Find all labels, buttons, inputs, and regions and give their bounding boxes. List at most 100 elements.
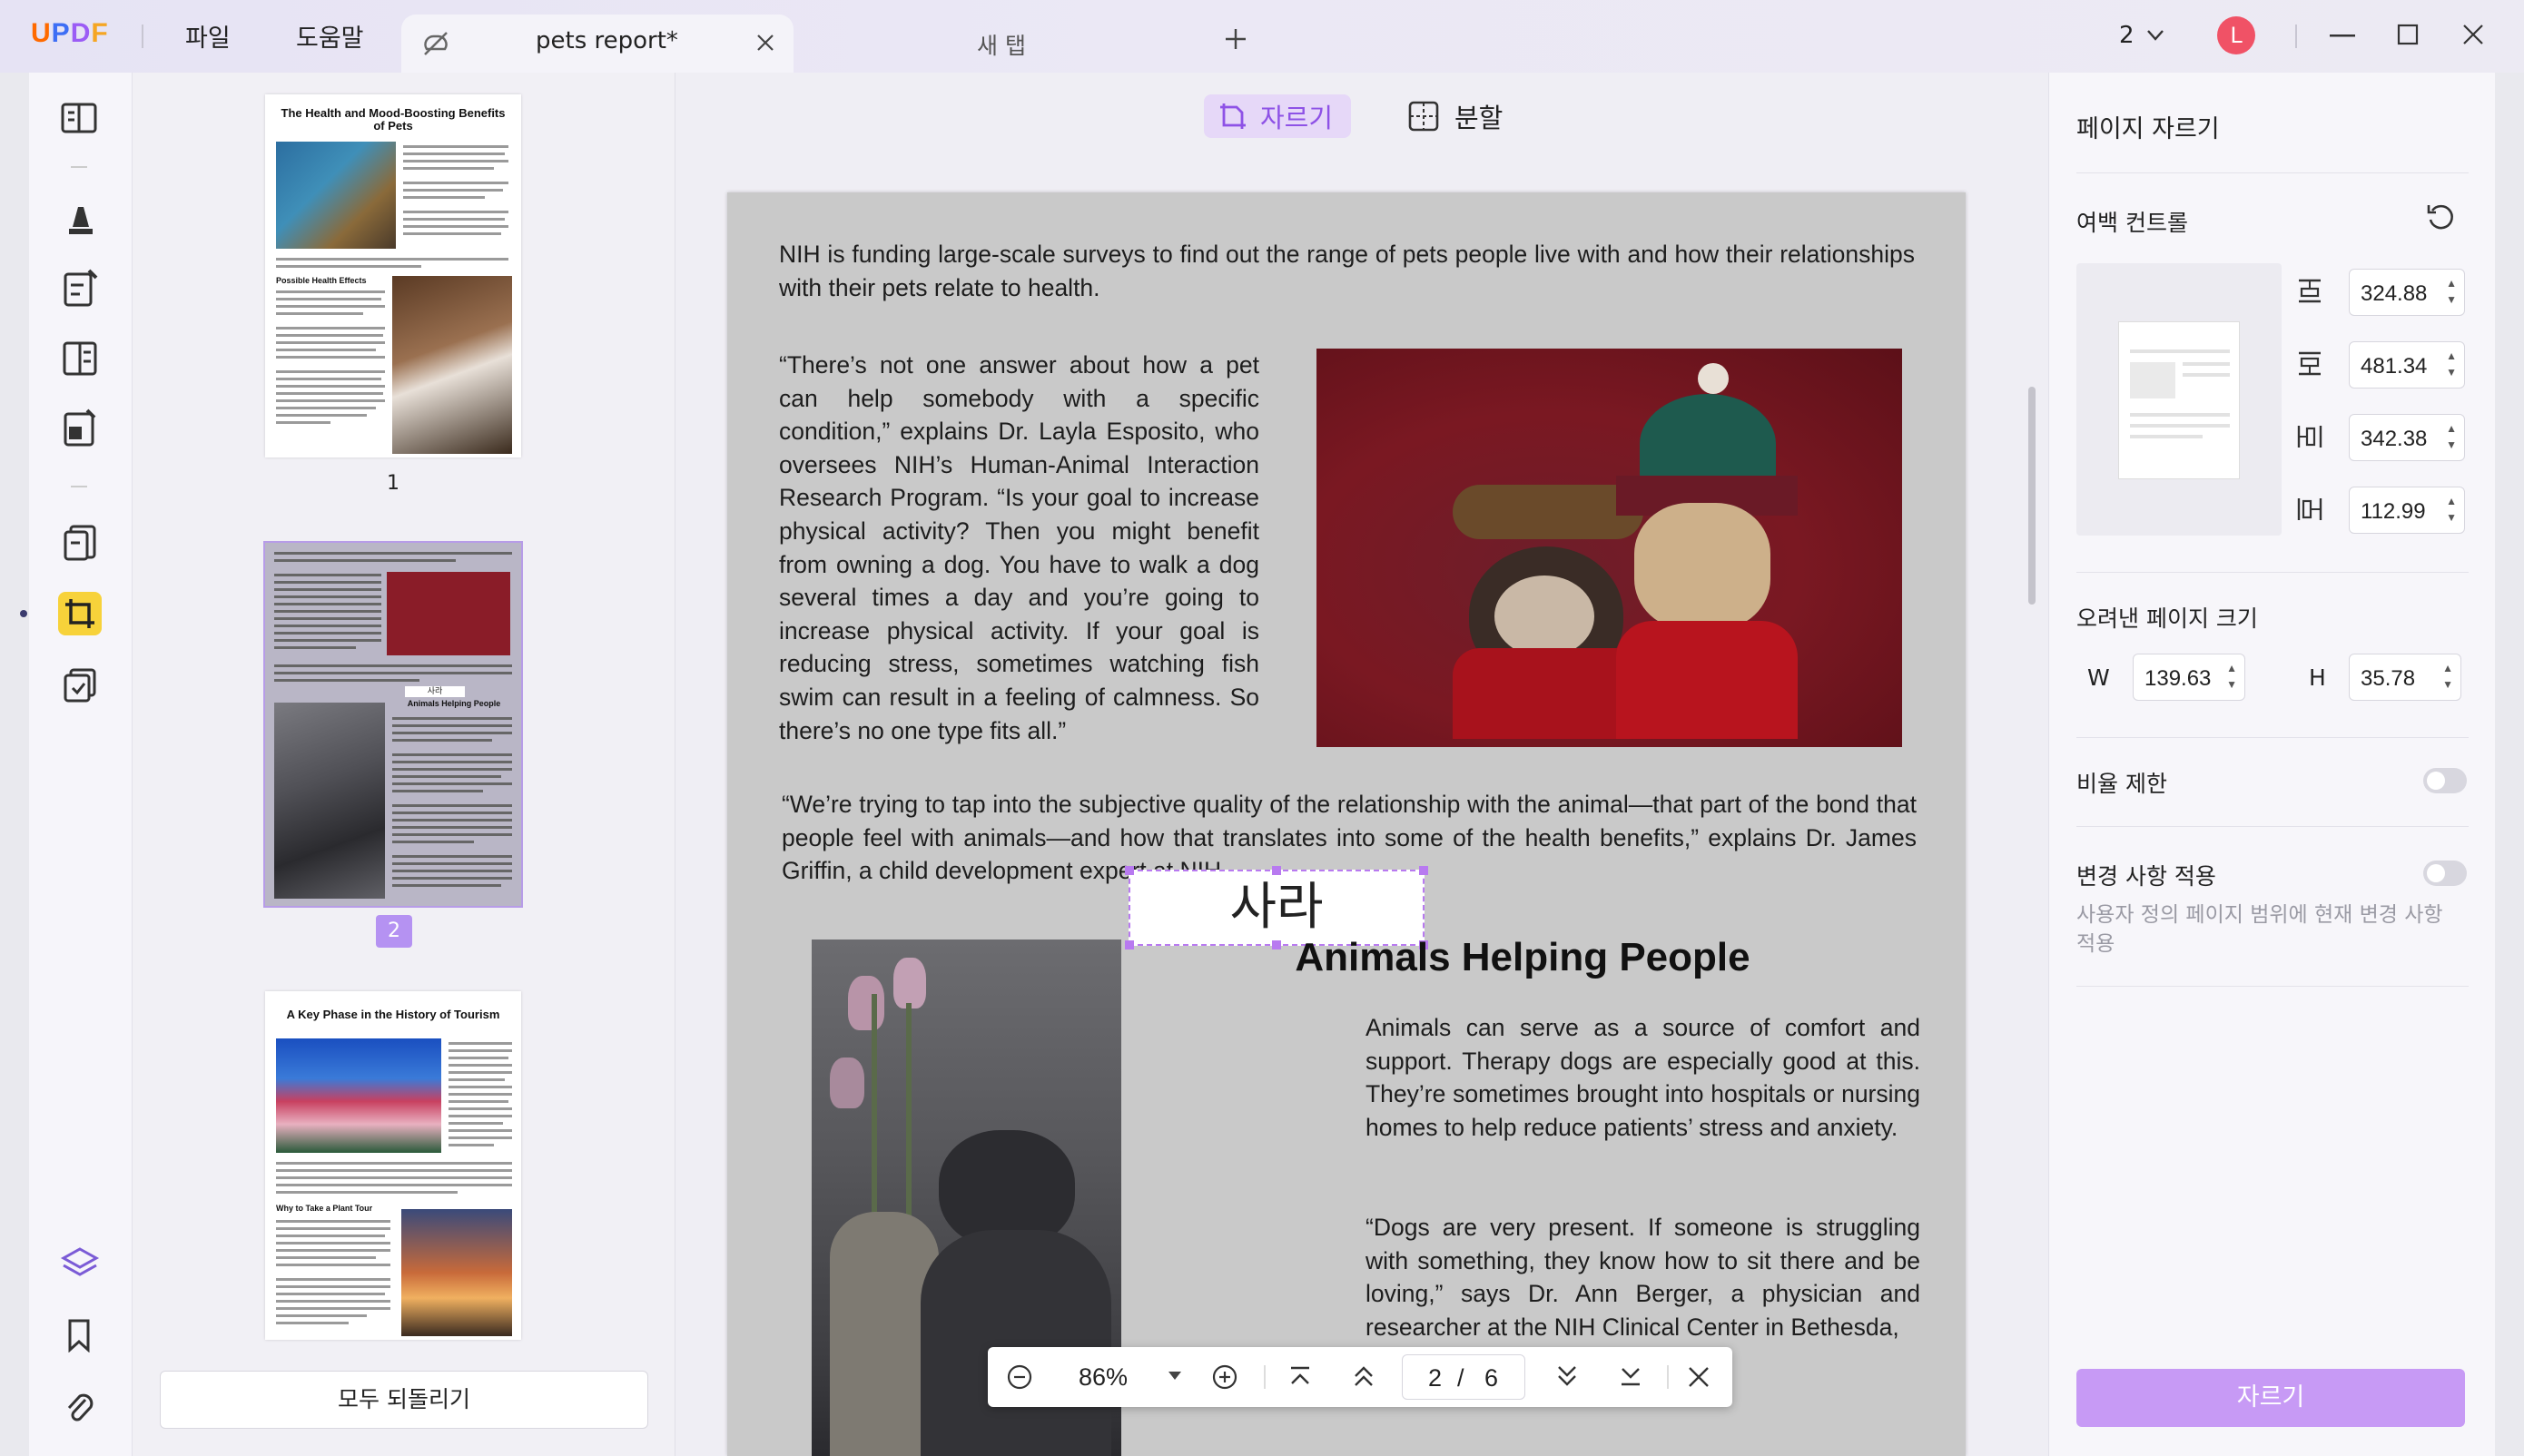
divider — [1264, 1365, 1266, 1389]
reset-all-button[interactable]: 모두 되돌리기 — [160, 1371, 648, 1429]
crop-tool-active[interactable] — [58, 592, 102, 635]
stepper-arrows-icon[interactable]: ▲ ▼ — [2446, 348, 2457, 380]
top-margin-input[interactable]: 324.88 ▲ ▼ — [2349, 269, 2465, 316]
crop-icon — [65, 599, 94, 628]
divider — [2295, 25, 2297, 48]
attachment-icon[interactable] — [64, 1389, 94, 1425]
user-avatar[interactable]: L — [2217, 16, 2255, 54]
app-logo: UPDF — [31, 18, 109, 48]
width-input[interactable]: 139.63 ▲ ▼ — [2133, 654, 2245, 701]
street-photo — [276, 1038, 441, 1153]
reset-margins-icon[interactable] — [2425, 202, 2456, 232]
width-value: 139.63 — [2144, 666, 2212, 691]
bookmark-icon[interactable] — [65, 1318, 93, 1353]
resize-handle[interactable] — [1272, 866, 1281, 875]
top-margin-value: 324.88 — [2361, 281, 2428, 306]
split-mode-button[interactable]: 분할 — [1405, 94, 1542, 138]
reader-icon[interactable] — [60, 100, 98, 136]
thumb-title: A Key Phase in the History of Tourism — [286, 1008, 500, 1021]
stepper-arrows-icon[interactable]: ▲ ▼ — [2442, 660, 2453, 693]
zoom-dropdown-icon[interactable] — [1168, 1371, 1182, 1382]
split-page-icon — [1408, 101, 1439, 132]
window-count[interactable]: 2 — [2119, 22, 2135, 49]
thumb-heading: Animals Helping People — [407, 699, 501, 708]
layers-icon[interactable] — [60, 1245, 100, 1282]
total-pages: 6 — [1484, 1364, 1499, 1392]
thumb-section: Possible Health Effects — [276, 276, 367, 285]
crop-apply-button[interactable]: 자르기 — [2076, 1369, 2465, 1427]
cat-photo-thumb — [274, 703, 385, 899]
crop-mode-label: 자르기 — [1260, 103, 1334, 133]
paragraph-berger: “Dogs are very present. If someone is st… — [1366, 1214, 1920, 1341]
paragraph-survey: NIH is funding large-scale surveys to fi… — [779, 241, 1915, 301]
chevron-down-icon[interactable] — [2146, 29, 2164, 42]
crop-mode-button[interactable]: 자르기 — [1204, 94, 1351, 138]
tab-title: pets report* — [536, 27, 678, 54]
top-margin-icon — [2299, 279, 2321, 303]
width-label: W — [2087, 664, 2110, 691]
resize-handle[interactable] — [1419, 866, 1428, 875]
page-thumbnail-3[interactable]: A Key Phase in the History of Tourism Wh… — [265, 991, 521, 1340]
page-separator: / — [1457, 1364, 1464, 1392]
maximize-icon[interactable] — [2397, 24, 2419, 45]
last-page-icon[interactable] — [1618, 1363, 1643, 1389]
zoom-in-icon[interactable] — [1211, 1363, 1238, 1391]
margin-control-label: 여백 컨트롤 — [2076, 210, 2188, 236]
ratio-lock-toggle[interactable] — [2423, 768, 2467, 793]
vertical-scrollbar[interactable] — [2028, 387, 2036, 605]
form-icon[interactable] — [62, 339, 98, 378]
tool-rail — [20, 73, 133, 1456]
tab-new[interactable]: 새 탭 — [977, 28, 1026, 61]
stepper-arrows-icon[interactable]: ▲ ▼ — [2446, 420, 2457, 453]
section-heading: Animals Helping People — [1295, 935, 1750, 979]
thumb-title: The Health and Mood-Boosting Benefits of… — [281, 106, 506, 133]
stepper-arrows-icon[interactable]: ▲ ▼ — [2226, 660, 2237, 693]
resize-handle[interactable] — [1125, 866, 1134, 875]
page-thumbnail-2-selected[interactable]: 사라 Animals Helping People — [263, 541, 523, 908]
ratio-lock-label: 비율 제한 — [2076, 771, 2167, 797]
organize-pages-icon[interactable] — [62, 523, 98, 563]
bottom-margin-icon — [2299, 351, 2321, 376]
stepper-arrows-icon[interactable]: ▲ ▼ — [2446, 275, 2457, 308]
sign-icon[interactable] — [62, 408, 98, 448]
no-sync-icon — [424, 32, 448, 55]
minimize-icon[interactable] — [2330, 34, 2355, 38]
left-margin-value: 342.38 — [2361, 427, 2428, 451]
crop-page-icon — [1220, 103, 1246, 129]
highlighter-icon[interactable] — [62, 200, 98, 240]
zoom-level[interactable]: 86% — [1079, 1363, 1128, 1392]
page-thumbnail-1[interactable]: The Health and Mood-Boosting Benefits of… — [265, 94, 521, 457]
close-tab-icon[interactable] — [755, 33, 775, 53]
divider — [71, 166, 87, 168]
right-margin-input[interactable]: 112.99 ▲ ▼ — [2349, 487, 2465, 534]
paragraph-therapy: Animals can serve as a source of comfort… — [1366, 1014, 1920, 1141]
bottom-margin-input[interactable]: 481.34 ▲ ▼ — [2349, 341, 2465, 389]
apply-changes-toggle[interactable] — [2423, 861, 2467, 886]
stepper-arrows-icon[interactable]: ▲ ▼ — [2446, 493, 2457, 526]
first-page-icon[interactable] — [1287, 1363, 1313, 1389]
height-input[interactable]: 35.78 ▲ ▼ — [2349, 654, 2461, 701]
right-margin-icon — [2297, 498, 2322, 520]
next-page-icon[interactable] — [1554, 1363, 1580, 1389]
batch-icon[interactable] — [62, 666, 98, 704]
page-number-2-badge: 2 — [376, 915, 412, 948]
crop-preview — [2076, 263, 2282, 536]
close-nav-icon[interactable] — [1687, 1365, 1711, 1389]
resize-handle[interactable] — [1125, 940, 1134, 949]
add-tab-icon[interactable] — [1224, 27, 1247, 51]
apply-changes-description: 사용자 정의 페이지 범위에 현재 변경 사항 적용 — [2076, 903, 2443, 956]
menu-file[interactable]: 파일 — [185, 18, 231, 54]
close-window-icon[interactable] — [2462, 24, 2484, 45]
tab-pets-report[interactable]: pets report* — [401, 15, 794, 73]
eiffel-photo — [401, 1209, 512, 1336]
menu-help[interactable]: 도움말 — [296, 18, 364, 54]
crop-preview-page — [2118, 321, 2240, 479]
left-margin-input[interactable]: 342.38 ▲ ▼ — [2349, 414, 2465, 461]
split-mode-label: 분할 — [1454, 103, 1504, 133]
zoom-out-icon[interactable] — [1006, 1363, 1033, 1391]
page-input[interactable]: 2 / 6 — [1402, 1354, 1525, 1400]
edit-pdf-icon[interactable] — [62, 269, 98, 309]
divider — [1667, 1365, 1669, 1389]
previous-page-icon[interactable] — [1351, 1363, 1376, 1389]
apply-changes-label: 변경 사항 적용 — [2076, 863, 2216, 890]
